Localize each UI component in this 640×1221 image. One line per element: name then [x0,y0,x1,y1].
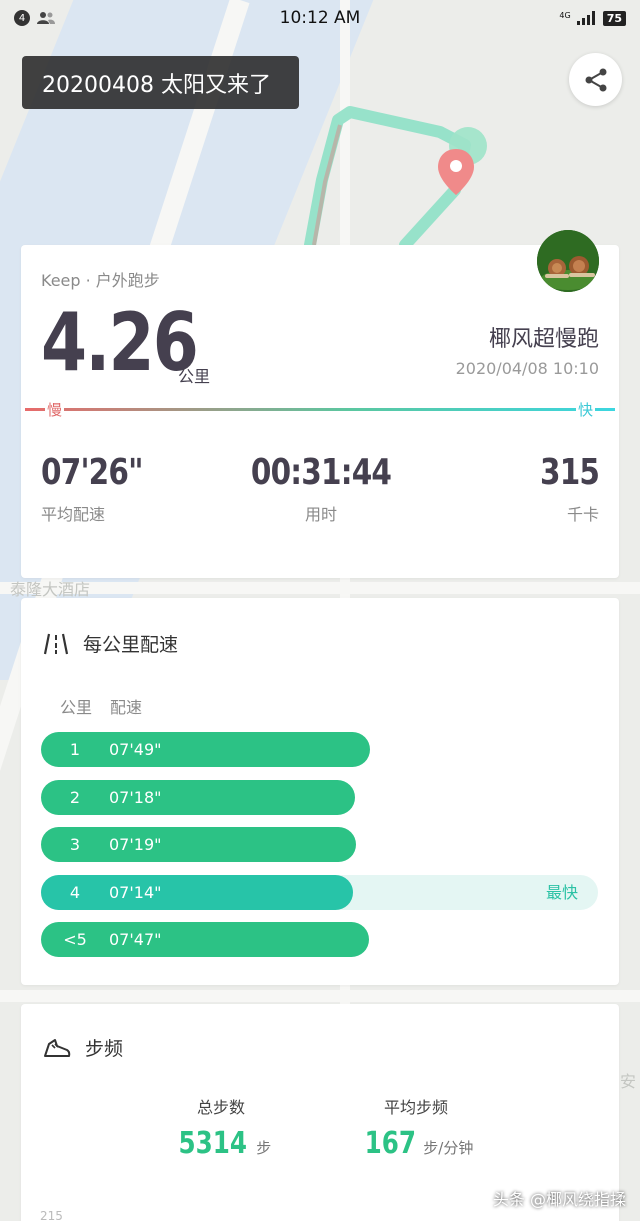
battery-indicator: 75 [602,10,626,26]
avg-cadence-block: 平均步频 167 步/分钟 [351,1094,481,1161]
avg-cadence-label: 平均步频 [383,1098,448,1117]
total-steps-label: 总步数 [196,1098,245,1117]
splits-title: 每公里配速 [83,634,179,656]
col-km-header: 公里 [60,698,93,717]
splits-card: 每公里配速 公里 配速 1 07'49" 2 07'18" 3 07'19" 4 07'14"… [21,598,619,985]
split-row[interactable]: 4 07'14" 最快 [41,874,598,910]
shoe-icon [44,1038,71,1057]
summary-card: Keep · 户外跑步 4.26 公里 椰风超慢跑 2020/04/08 10:… [21,245,619,578]
split-pace: 07'18" [109,787,162,807]
activity-title[interactable]: 20200408 太阳又来了 [22,56,299,109]
network-label: 4G [559,10,571,20]
avg-cadence-row: 167 步/分钟 [351,1126,481,1161]
split-km: 2 [69,787,81,807]
avatar[interactable] [537,230,599,292]
route-path [304,106,471,245]
activity-source: Keep · 户外跑步 [41,271,160,290]
user-name[interactable]: 椰风超慢跑 [489,321,599,353]
slow-label: 慢 [45,399,65,420]
avg-cadence-unit: 步/分钟 [423,1139,474,1157]
split-row[interactable]: 2 07'18" [41,779,598,815]
stat-label: 平均配速 [41,505,106,524]
snail-avatar-image [537,230,599,292]
activity-datetime: 2020/04/08 10:10 [455,359,599,378]
fast-label: 快 [575,399,595,420]
distance-value: 4.26 [41,296,199,389]
notification-badge: 4 [14,10,30,26]
stat-avg-pace: 07'26" 平均配速 [41,455,165,525]
split-pace: 07'47" [109,930,162,949]
split-km: 4 [69,882,81,902]
map-road [0,990,640,1002]
split-km: 3 [69,835,81,854]
split-km: 1 [69,740,81,759]
watermark: 头条 @椰风绕指揉 [492,1190,626,1209]
stat-duration: 00:31:44 用时 [231,455,411,525]
stat-label: 用时 [304,505,337,524]
splits-header: 每公里配速 [43,630,178,657]
avg-cadence-value: 167 [364,1126,416,1161]
col-pace-header: 配速 [110,698,143,717]
status-right: 4G 75 [559,10,626,26]
cadence-header: 步频 [43,1034,123,1061]
total-steps-row: 5314 步 [171,1126,271,1161]
split-pace: 07'49" [109,740,162,759]
split-pace: 07'14" [109,882,162,902]
stat-value: 00:31:44 [250,452,392,493]
fastest-tag: 最快 [545,882,578,902]
total-steps-unit: 步 [256,1139,272,1157]
total-steps-value: 5314 [178,1126,247,1161]
split-pace: 07'19" [109,835,162,854]
map-label-hotel: 泰隆大酒店 [10,580,91,599]
stat-calories: 315 千卡 [527,452,600,525]
split-row[interactable]: <5 07'47" [41,922,598,957]
cadence-title: 步频 [85,1038,124,1060]
status-time: 10:12 AM [279,8,361,28]
road-icon [43,633,69,654]
location-pin-icon [438,149,474,195]
stat-value: 315 [539,452,600,493]
signal-icon [576,11,595,25]
split-row[interactable]: 1 07'49" [41,732,598,767]
map-road [0,582,640,594]
activity-title-text: 20200408 太阳又来了 [42,72,271,98]
stat-value: 07'26" [41,452,143,493]
split-km: <5 [63,930,87,949]
stat-label: 千卡 [566,505,599,524]
distance-unit: 公里 [178,367,211,386]
pace-gradient-bar [25,408,615,411]
map-label-an: 安 [620,1072,637,1091]
status-left: 4 [14,10,56,26]
split-row[interactable]: 3 07'19" [41,827,598,862]
cadence-axis-tick: 215 [40,1209,63,1221]
share-icon [585,68,606,91]
share-button[interactable] [569,53,622,106]
contacts-icon [37,12,55,24]
status-bar: 4 10:12 AM 4G 75 [0,0,640,36]
total-steps-block: 总步数 5314 步 [171,1094,271,1161]
